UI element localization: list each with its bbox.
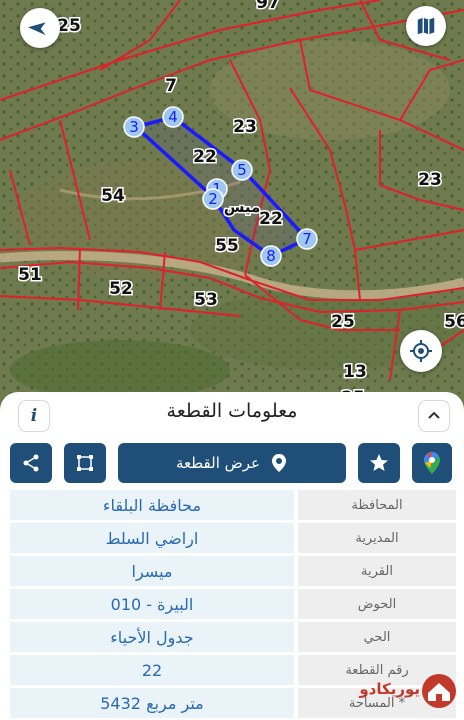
vertex-label: 3 <box>129 118 139 136</box>
info-label: الحوض <box>298 589 456 619</box>
info-row-village: ميسرا القرية <box>10 556 456 586</box>
parcel-number: 22 <box>259 209 283 229</box>
parcel-number: 51 <box>18 265 42 285</box>
vertex-label: 2 <box>208 190 218 208</box>
parcel-number: 54 <box>101 186 125 206</box>
parcel-number: 7 <box>165 76 177 96</box>
info-label: القرية <box>298 556 456 586</box>
info-row-basin: البيرة - 010 الحوض <box>10 589 456 619</box>
info-value: البيرة - 010 <box>10 589 294 619</box>
parcel-number: 97 <box>256 0 280 13</box>
info-row-governorate: محافظة البلقاء المحافظة <box>10 490 456 520</box>
parcel-number: 53 <box>194 290 218 310</box>
map-layers-button[interactable] <box>406 6 446 46</box>
info-value: جدول الأحياء <box>10 622 294 652</box>
sheet-title: معلومات القطعة <box>166 400 298 422</box>
show-plot-button[interactable]: عرض القطعة <box>118 443 346 483</box>
logo-text: يوريكادو <box>359 680 420 698</box>
collapse-button[interactable] <box>418 400 450 432</box>
satellite-map[interactable]: 97 25 7 23 22 54 55 22 23 51 52 53 25 56… <box>0 0 464 420</box>
info-label: المديرية <box>298 523 456 553</box>
village-label: ميس <box>224 198 261 216</box>
star-icon <box>370 454 388 471</box>
logo-house-icon <box>422 674 456 708</box>
share-button[interactable] <box>10 443 52 483</box>
info-label: المحافظة <box>298 490 456 520</box>
location-target-icon <box>410 340 432 362</box>
parcel-number: 56 <box>444 312 464 332</box>
info-row-neighborhood: جدول الأحياء الحي <box>10 622 456 652</box>
google-maps-button[interactable] <box>412 443 452 483</box>
info-row-directorate: اراضي السلط المديرية <box>10 523 456 553</box>
parcel-number: 25 <box>331 312 355 332</box>
parcel-number: 23 <box>418 170 442 190</box>
parcel-number: 23 <box>233 117 257 137</box>
parcel-number: 13 <box>343 362 367 382</box>
compass-arrow-icon <box>28 22 46 36</box>
vertex-label: 4 <box>168 108 178 126</box>
location-pin-icon <box>272 454 287 472</box>
info-label: الحي <box>298 622 456 652</box>
compass-button[interactable] <box>20 8 60 48</box>
info-value: محافظة البلقاء <box>10 490 294 520</box>
google-maps-icon <box>424 452 440 474</box>
polygon-area-button[interactable] <box>64 443 106 483</box>
info-value: 22 <box>10 655 294 685</box>
parcel-number: 55 <box>215 236 239 256</box>
chevron-up-icon <box>428 411 440 419</box>
vertex-label: 5 <box>237 161 247 179</box>
polygon-icon <box>77 455 93 471</box>
favorite-button[interactable] <box>358 443 400 483</box>
my-location-button[interactable] <box>400 330 442 372</box>
info-value: اراضي السلط <box>10 523 294 553</box>
vertex-label: 7 <box>302 230 312 248</box>
parcel-number: 22 <box>193 147 217 167</box>
parcel-number: 52 <box>109 279 133 299</box>
app-logo: يوريكادو <box>352 668 464 720</box>
map-icon <box>417 17 435 35</box>
show-plot-label: عرض القطعة <box>175 454 261 472</box>
share-icon <box>23 454 39 472</box>
vertex-label: 8 <box>266 247 276 265</box>
info-value: ميسرا <box>10 556 294 586</box>
info-value: 5432 متر مربع <box>10 688 294 718</box>
parcel-number: 25 <box>57 16 81 36</box>
